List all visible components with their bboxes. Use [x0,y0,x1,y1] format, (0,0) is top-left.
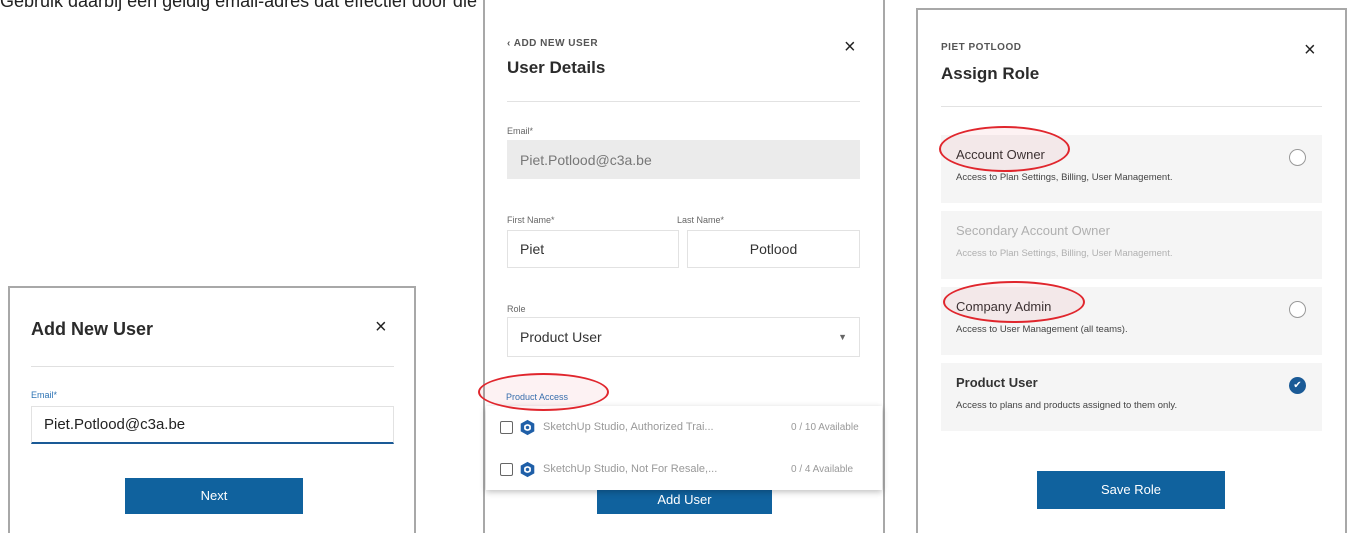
dialog-title: Add New User [31,319,154,339]
role-option-secondary-account-owner: Secondary Account Owner Access to Plan S… [941,211,1322,279]
panel-border-left [916,8,918,533]
product-option[interactable]: SketchUp Studio, Authorized Trai... 0 / … [486,406,882,448]
role-option-product-user[interactable]: Product User Access to plans and product… [941,363,1322,431]
panel-border-left [483,0,485,533]
checkbox[interactable] [500,420,513,434]
close-icon[interactable]: × [844,37,856,57]
panel-border-top [916,8,1347,10]
role-name: Company Admin [956,299,1052,314]
close-icon[interactable]: × [1304,40,1316,60]
caret-down-icon: ▼ [838,332,847,342]
role-description: Access to Plan Settings, Billing, User M… [956,248,1173,259]
checkmark-icon[interactable]: ✔ [1289,377,1306,394]
role-select-value: Product User [520,329,602,345]
first-name-field[interactable]: Piet [507,230,679,268]
checkbox[interactable] [500,462,513,476]
dialog-title: User Details [507,58,606,77]
add-new-user-dialog: Add New User × Email* Piet.Potlood@c3a.b… [8,286,416,533]
product-access-label: Product Access [506,392,569,402]
dialog-title: Assign Role [941,64,1040,83]
product-availability: 0 / 4 Available [791,463,854,475]
last-name-label: Last Name* [677,215,725,225]
panel-border-right [1345,8,1347,533]
role-description: Access to Plan Settings, Billing, User M… [956,172,1173,183]
last-name-field[interactable]: Potlood [687,230,860,268]
email-label: Email* [507,126,534,136]
email-input[interactable]: Piet.Potlood@c3a.be [31,406,394,444]
role-option-company-admin[interactable]: Company Admin Access to User Management … [941,287,1322,355]
role-description: Access to plans and products assigned to… [956,400,1178,411]
product-access-dropdown: SketchUp Studio, Authorized Trai... 0 / … [486,406,882,490]
role-label: Role [507,304,526,314]
role-name: Product User [956,375,1038,390]
divider [31,366,394,367]
product-availability: 0 / 10 Available [791,421,859,433]
email-label: Email* [31,390,58,400]
sketchup-logo-icon [520,419,535,435]
email-field: Piet.Potlood@c3a.be [507,140,860,179]
product-option[interactable]: SketchUp Studio, Not For Resale,... 0 / … [486,448,882,490]
add-user-button[interactable]: Add User [597,488,772,514]
sketchup-logo-icon [520,461,535,477]
divider [941,106,1322,107]
divider [507,101,860,102]
product-name: SketchUp Studio, Not For Resale,... [543,463,718,475]
role-name: Account Owner [956,147,1045,162]
user-name-eyebrow: PIET POTLOOD [941,42,1022,53]
close-icon[interactable]: × [375,317,387,337]
save-role-button[interactable]: Save Role [1037,471,1225,509]
role-description: Access to User Management (all teams). [956,324,1128,335]
panel-border-right [883,0,885,533]
back-link[interactable]: ‹ ADD NEW USER [507,38,598,49]
role-select[interactable]: Product User ▼ [507,317,860,357]
assign-role-dialog: PIET POTLOOD Assign Role × Account Owner… [916,8,1348,533]
radio-button[interactable] [1289,301,1306,318]
next-button[interactable]: Next [125,478,303,514]
product-name: SketchUp Studio, Authorized Trai... [543,421,714,433]
role-option-account-owner[interactable]: Account Owner Access to Plan Settings, B… [941,135,1322,203]
radio-button[interactable] [1289,149,1306,166]
user-details-dialog: ‹ ADD NEW USER User Details × Email* Pie… [483,0,885,533]
first-name-label: First Name* [507,215,555,225]
role-name: Secondary Account Owner [956,223,1110,238]
